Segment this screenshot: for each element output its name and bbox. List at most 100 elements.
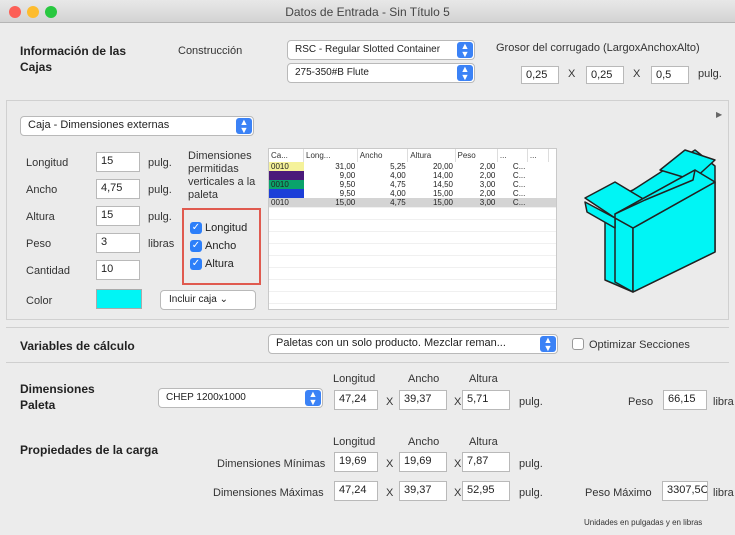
allowed-vertical-label: Dimensiones permitidas verticales a la p…: [188, 150, 256, 201]
color-code-cell: 0010: [269, 180, 304, 189]
height-label: Altura: [26, 211, 55, 223]
pallet-weight-unit: libra: [713, 396, 734, 408]
max-width-input[interactable]: 39,37: [399, 481, 447, 501]
pallet-length-input[interactable]: 47,24: [334, 390, 378, 410]
calc-variables-title: Variables de cálculo: [20, 339, 135, 353]
length-input[interactable]: 15: [96, 152, 140, 172]
title-bar: Datos de Entrada - Sin Título 5: [0, 0, 735, 23]
table-row[interactable]: 0010 9,50 4,75 14,50 3,00 C...: [269, 180, 556, 189]
table-cell: [527, 162, 548, 171]
column-header[interactable]: Peso: [455, 149, 498, 162]
width-label: Ancho: [26, 184, 58, 196]
weight-unit: libras: [148, 238, 175, 250]
table-cell: 2,00: [479, 189, 496, 198]
table-cell: C...: [512, 162, 526, 171]
table-cell: 3,00: [455, 198, 498, 208]
color-swatch[interactable]: [96, 289, 142, 309]
pallet-weight-label: Peso: [628, 396, 654, 408]
units-footnote: Unidades en pulgadas y en libras: [584, 518, 703, 527]
table-cell: 2,00: [479, 171, 496, 180]
table-cell: [549, 180, 556, 189]
empty-row: [269, 219, 556, 232]
load-length-header: Longitud: [333, 436, 376, 448]
checkmark-icon: ✓: [190, 240, 202, 253]
min-length-input[interactable]: 19,69: [334, 452, 378, 472]
pallet-type-select[interactable]: CHEP 1200x1000 ▲ ▼: [158, 388, 323, 408]
color-code-cell: 0010: [269, 162, 304, 171]
table-cell: 20,00: [432, 162, 453, 171]
table-cell: 3,00: [479, 180, 496, 189]
column-header[interactable]: ...: [527, 149, 550, 162]
boxes-table[interactable]: Ca... Long... Ancho Altura Peso ... ... …: [268, 148, 557, 310]
dimension-mode-value: Caja - Dimensiones externas: [28, 119, 170, 131]
table-cell: 9,50: [339, 189, 356, 198]
column-header[interactable]: Ancho: [357, 149, 409, 162]
empty-row: [269, 303, 556, 309]
empty-row: [269, 255, 556, 268]
table-row[interactable]: 9,50 4,00 15,00 2,00 C...: [269, 189, 556, 198]
empty-row: [269, 267, 556, 280]
table-row[interactable]: 0010 15,00 4,75 15,00 3,00 C...: [269, 198, 556, 208]
thickness-height-input[interactable]: 0,5: [651, 66, 689, 84]
table-cell: 31,00: [335, 162, 356, 171]
width-unit: pulg.: [148, 184, 172, 196]
optimize-sections-checkbox[interactable]: [572, 338, 584, 350]
width-input[interactable]: 4,75: [96, 179, 140, 199]
table-row[interactable]: 9,00 4,00 14,00 2,00 C...: [269, 171, 556, 180]
max-height-input[interactable]: 52,95: [462, 481, 510, 501]
pallet-height-input[interactable]: 5,71: [462, 390, 510, 410]
thickness-width-input[interactable]: 0,25: [586, 66, 624, 84]
allow-height-checkbox[interactable]: ✓ Altura: [190, 258, 234, 271]
max-weight-unit: libra: [713, 487, 734, 499]
table-row[interactable]: 0010 31,00 5,25 20,00 2,00 C...: [269, 162, 556, 171]
construction-select[interactable]: RSC - Regular Slotted Container ▲ ▼: [287, 40, 475, 60]
pallet-width-input[interactable]: 39,37: [399, 390, 447, 410]
separator: [6, 362, 729, 363]
max-weight-input[interactable]: 3307,5C: [662, 481, 708, 501]
length-unit: pulg.: [148, 157, 172, 169]
max-length-input[interactable]: 47,24: [334, 481, 378, 501]
separator: [6, 327, 729, 328]
allow-width-label: Ancho: [205, 240, 237, 252]
empty-row: [269, 207, 556, 220]
dimension-mode-select[interactable]: Caja - Dimensiones externas ▲ ▼: [20, 116, 254, 136]
include-box-label: Incluir caja: [169, 294, 217, 305]
table-cell: [527, 198, 549, 208]
times-sign: X: [633, 68, 641, 80]
column-header[interactable]: Ca...: [269, 149, 304, 162]
load-title: Propiedades de la carga: [20, 443, 159, 457]
table-cell: 9,00: [339, 171, 356, 180]
thickness-length-input[interactable]: 0,25: [521, 66, 559, 84]
min-width-input[interactable]: 19,69: [399, 452, 447, 472]
allow-width-checkbox[interactable]: ✓ Ancho: [190, 240, 237, 253]
checkmark-icon: ✓: [190, 222, 202, 235]
pallet-unit: pulg.: [519, 396, 543, 408]
calc-mode-select[interactable]: Paletas con un solo producto. Mezclar re…: [268, 334, 558, 354]
table-cell: 9,50: [339, 180, 356, 189]
table-cell: 4,75: [357, 198, 408, 208]
table-cell: 15,00: [407, 198, 455, 208]
color-label: Color: [26, 295, 53, 307]
disclosure-triangle-icon[interactable]: ▶: [716, 110, 722, 119]
quantity-input[interactable]: 10: [96, 260, 140, 280]
table-cell: [527, 189, 548, 198]
column-header[interactable]: Long...: [303, 149, 358, 162]
pallet-height-header: Altura: [469, 373, 498, 385]
column-header[interactable]: Altura: [407, 149, 456, 162]
checkmark-icon: ✓: [190, 258, 202, 271]
pallet-weight-input[interactable]: 66,15: [663, 390, 707, 410]
min-height-input[interactable]: 7,87: [462, 452, 510, 472]
weight-input[interactable]: 3: [96, 233, 140, 253]
include-box-button[interactable]: Incluir caja ⌄: [160, 290, 256, 310]
table-cell: C...: [512, 171, 526, 180]
table-cell: [527, 180, 548, 189]
column-header[interactable]: ...: [497, 149, 528, 162]
height-input[interactable]: 15: [96, 206, 140, 226]
allow-height-label: Altura: [205, 258, 234, 270]
pallet-width-header: Ancho: [408, 373, 440, 385]
pallet-type-value: CHEP 1200x1000: [166, 392, 246, 403]
allow-length-checkbox[interactable]: ✓ Longitud: [190, 222, 247, 235]
flute-select[interactable]: 275-350#B Flute ▲ ▼: [287, 63, 475, 83]
flute-value: 275-350#B Flute: [295, 67, 369, 78]
length-label: Longitud: [26, 157, 69, 169]
